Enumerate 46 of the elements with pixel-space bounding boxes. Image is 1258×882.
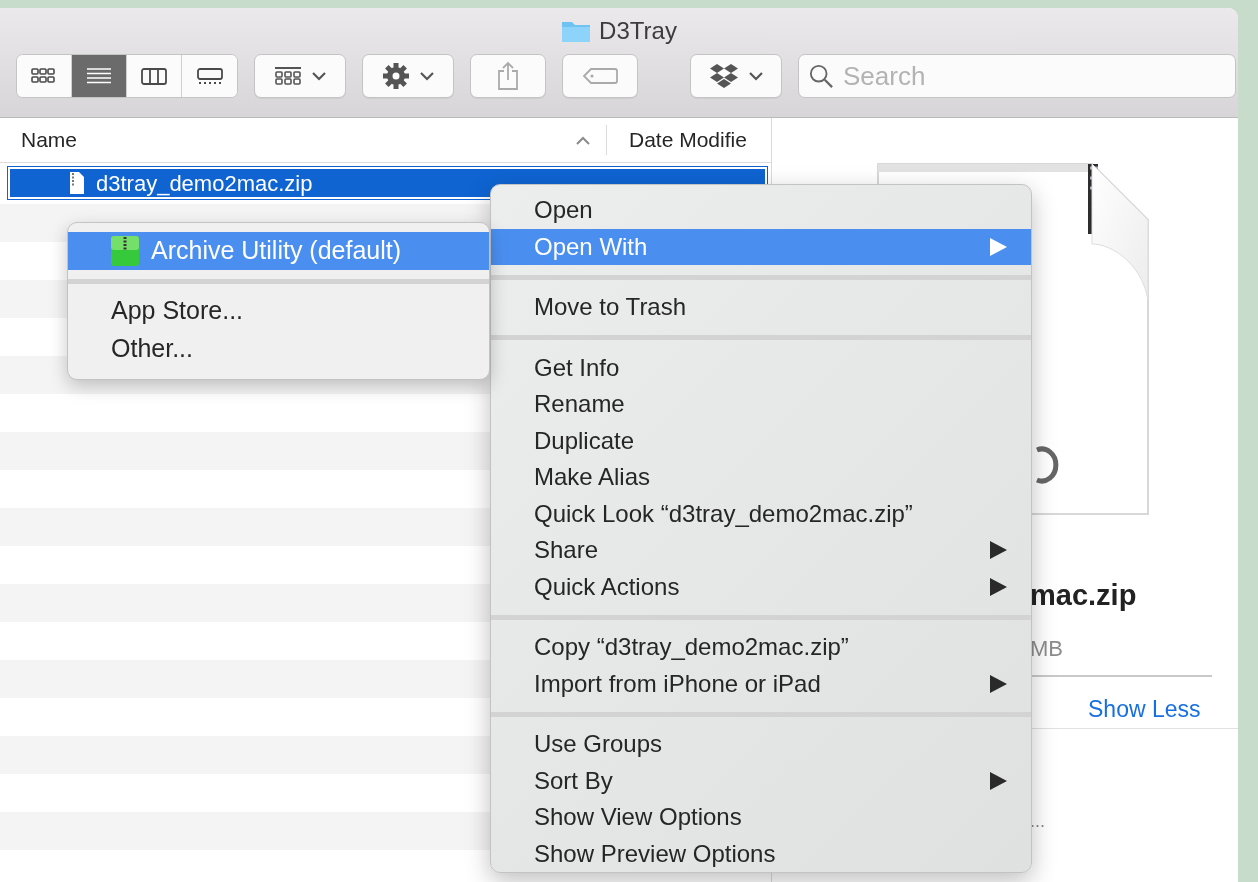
menu-item[interactable]: Sort By [491,762,1031,799]
gear-icon [382,62,410,90]
caret-icon [749,71,763,81]
grid-icon [274,66,302,86]
menu-item[interactable]: Other... [68,330,489,368]
view-button[interactable] [72,55,127,97]
column-header[interactable]: Name [21,124,78,156]
caret-icon [312,71,326,81]
gallery-icon [196,66,223,86]
menu-item[interactable]: Import from iPhone or iPad [491,665,1031,702]
caret-icon [420,71,434,81]
tag-icon [582,67,618,85]
list-icon [86,66,112,86]
menu-item[interactable]: Duplicate [491,422,1031,459]
file-size: MB [1030,635,1063,663]
menu-item[interactable]: Quick Actions [491,568,1031,605]
sync-button[interactable] [690,54,782,98]
more-text: ... [1030,810,1045,833]
menu-item[interactable]: Move to Trash [491,289,1031,326]
file-name: d3tray_demo2mac.zip [96,169,313,198]
menu-item[interactable]: Copy “d3tray_demo2mac.zip” [491,629,1031,666]
menu-item[interactable]: Get Info [491,349,1031,386]
archive-app-icon [111,236,139,266]
menu-item[interactable]: Show View Options [491,799,1031,836]
menu-item[interactable]: Show Preview Options [491,835,1031,872]
zip-file-icon [70,172,84,194]
menu-item[interactable]: Quick Look “d3tray_demo2mac.zip” [491,495,1031,532]
boxes-icon [709,63,739,89]
action-button[interactable] [362,54,454,98]
menu-item[interactable]: App Store... [68,292,489,330]
show-less-link[interactable]: Show Less [1088,692,1201,727]
window-title: D3Tray [599,16,677,46]
folder-icon [561,19,592,43]
share-icon [496,61,520,91]
columns-icon [141,66,167,86]
grid-icon [31,66,57,86]
sort-caret-icon[interactable] [576,135,590,145]
column-header[interactable]: Date Modifie [629,128,747,152]
file-name: mac.zip [1030,578,1137,613]
menu-item[interactable]: Rename [491,386,1031,423]
view-button[interactable] [17,55,72,97]
menu-item[interactable]: Make Alias [491,459,1031,496]
menu-item[interactable]: Use Groups [491,726,1031,763]
group-button[interactable] [254,54,346,98]
search-icon [809,63,834,89]
menu-item[interactable]: Share [491,532,1031,569]
